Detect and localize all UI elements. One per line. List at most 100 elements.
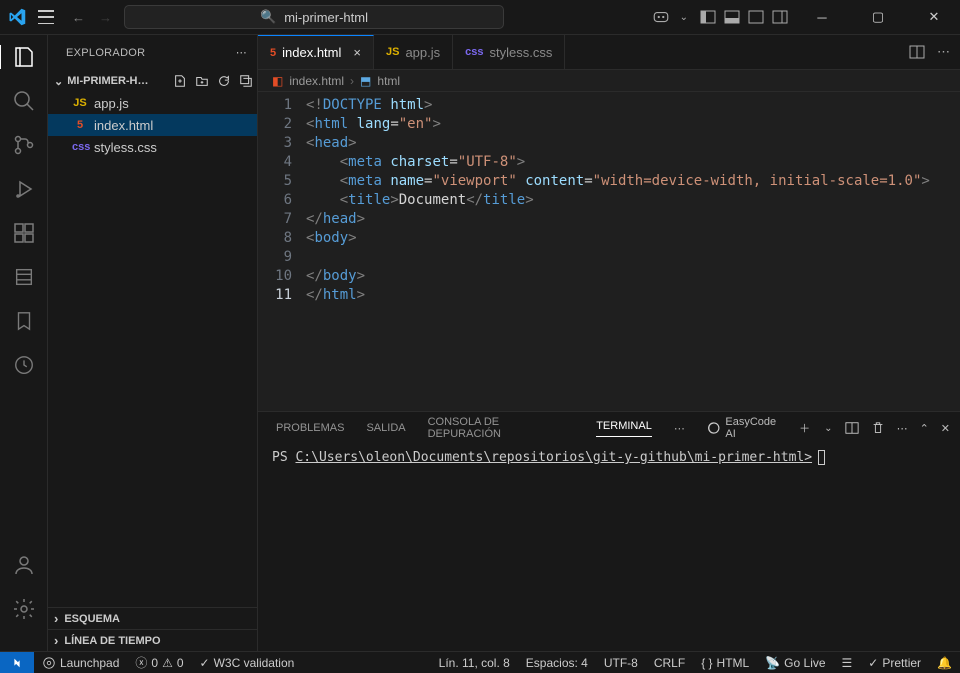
folder-header[interactable]: ⌄ MI-PRIMER-H… xyxy=(48,70,257,92)
warning-icon: ⚠ xyxy=(162,656,173,670)
html-file-icon: ◧ xyxy=(272,74,283,88)
menu-button[interactable] xyxy=(38,10,54,24)
status-language[interactable]: { }HTML xyxy=(693,656,757,670)
new-file-icon[interactable] xyxy=(173,74,187,88)
search-activity-icon[interactable] xyxy=(12,89,36,113)
json-icon: ☰ xyxy=(842,656,853,670)
split-editor-icon[interactable] xyxy=(909,44,925,60)
nav-back-icon[interactable]: ← xyxy=(72,10,85,25)
bell-icon: 🔔 xyxy=(937,656,952,670)
tab-label: app.js xyxy=(405,45,440,60)
outline-section[interactable]: ESQUEMA xyxy=(48,607,257,629)
folder-name: MI-PRIMER-H… xyxy=(67,75,148,87)
more-actions-icon[interactable]: ⋯ xyxy=(937,44,950,60)
status-bell[interactable]: 🔔 xyxy=(929,656,960,670)
new-folder-icon[interactable] xyxy=(195,74,209,88)
activity-bar xyxy=(0,35,48,651)
editor-tabs: 5index.html× JS app.js cssstyless.css ⋯ xyxy=(258,35,960,70)
editor-tab[interactable]: 5index.html× xyxy=(258,35,374,69)
status-w3c[interactable]: ✓ W3C validation xyxy=(192,656,303,670)
minimize-button[interactable]: ─ xyxy=(800,0,844,35)
sidebar-title: EXPLORADOR xyxy=(66,47,145,59)
easycode-ai[interactable]: EasyCode AI xyxy=(707,416,787,440)
statusbar: Launchpad ⓧ0 ⚠0 ✓ W3C validation Lín. 11… xyxy=(0,651,960,673)
status-encoding[interactable]: UTF-8 xyxy=(596,656,646,670)
symbol-icon: ⬒ xyxy=(360,74,371,88)
status-launchpad[interactable]: Launchpad xyxy=(34,656,127,670)
chevron-right-icon: › xyxy=(350,74,354,88)
check-icon: ✓ xyxy=(868,656,878,670)
editor-tab[interactable]: cssstyless.css xyxy=(453,35,565,69)
terminal-cursor xyxy=(818,450,825,465)
error-icon: ⓧ xyxy=(135,654,147,671)
extensions-icon[interactable] xyxy=(12,221,36,245)
trash-icon[interactable] xyxy=(871,421,885,435)
close-tab-icon[interactable]: × xyxy=(353,45,361,60)
history-icon[interactable] xyxy=(12,353,36,377)
status-json[interactable]: ☰ xyxy=(834,656,861,670)
search-label: mi-primer-html xyxy=(284,10,368,25)
elements-icon[interactable] xyxy=(12,265,36,289)
search-icon: 🔍 xyxy=(260,9,276,25)
file-item[interactable]: cssstyless.css xyxy=(48,136,257,158)
layout-sidebar-left-icon[interactable] xyxy=(700,9,716,25)
close-button[interactable]: ✕ xyxy=(912,0,956,35)
layout-customize-icon[interactable] xyxy=(772,9,788,25)
close-panel-icon[interactable]: ✕ xyxy=(941,422,950,435)
panel-tab-output[interactable]: SALIDA xyxy=(366,422,405,434)
panel-tab-problems[interactable]: PROBLEMAS xyxy=(276,422,344,434)
refresh-icon[interactable] xyxy=(217,74,231,88)
file-icon: 5 xyxy=(72,119,88,131)
file-icon: JS xyxy=(386,46,399,58)
terminal[interactable]: PS C:\Users\oleon\Documents\repositorios… xyxy=(258,444,960,651)
more-icon[interactable]: ⋯ xyxy=(897,422,908,435)
panel-tab-terminal[interactable]: TERMINAL xyxy=(596,420,652,437)
layout-sidebar-right-icon[interactable] xyxy=(748,9,764,25)
remote-button[interactable] xyxy=(0,652,34,673)
maximize-button[interactable]: ▢ xyxy=(856,0,900,35)
nav-forward-icon[interactable]: → xyxy=(99,10,112,25)
split-terminal-icon[interactable] xyxy=(845,421,859,435)
status-spaces[interactable]: Espacios: 4 xyxy=(518,656,596,670)
new-terminal-icon[interactable]: ＋ xyxy=(799,420,810,436)
broadcast-icon: 📡 xyxy=(765,656,780,670)
file-name: app.js xyxy=(94,96,129,111)
minimap[interactable] xyxy=(948,92,960,411)
editor-tab[interactable]: JS app.js xyxy=(374,35,453,69)
settings-gear-icon[interactable] xyxy=(12,597,36,621)
breadcrumbs[interactable]: ◧ index.html › ⬒ html xyxy=(258,70,960,92)
breadcrumb-file: index.html xyxy=(289,74,344,88)
layout-panel-icon[interactable] xyxy=(724,9,740,25)
status-cursor[interactable]: Lín. 11, col. 8 xyxy=(431,656,518,670)
chevron-down-icon[interactable]: ⌄ xyxy=(824,423,832,434)
file-icon: css xyxy=(465,46,483,58)
more-icon[interactable]: ⋯ xyxy=(674,422,685,435)
file-item[interactable]: JS app.js xyxy=(48,92,257,114)
bottom-panel: PROBLEMAS SALIDA CONSOLA DE DEPURACIÓN T… xyxy=(258,411,960,651)
status-eol[interactable]: CRLF xyxy=(646,656,693,670)
code-editor[interactable]: 1234567891011 <!DOCTYPE html> <html lang… xyxy=(258,92,960,411)
bookmark-icon[interactable] xyxy=(12,309,36,333)
status-problems[interactable]: ⓧ0 ⚠0 xyxy=(127,654,191,671)
collapse-icon[interactable] xyxy=(239,74,253,88)
file-icon: JS xyxy=(72,97,88,109)
source-control-icon[interactable] xyxy=(12,133,36,157)
file-icon: 5 xyxy=(270,47,276,59)
panel-tab-debug[interactable]: CONSOLA DE DEPURACIÓN xyxy=(428,416,575,440)
file-name: styless.css xyxy=(94,140,157,155)
command-center[interactable]: 🔍 mi-primer-html xyxy=(124,5,504,29)
status-prettier[interactable]: ✓Prettier xyxy=(860,656,929,670)
file-name: index.html xyxy=(94,118,153,133)
chevron-down-icon[interactable]: ⌄ xyxy=(680,12,688,23)
account-icon[interactable] xyxy=(12,553,36,577)
status-golive[interactable]: 📡Go Live xyxy=(757,656,833,670)
file-item[interactable]: 5 index.html xyxy=(48,114,257,136)
breadcrumb-symbol: html xyxy=(377,74,400,88)
more-icon[interactable]: ⋯ xyxy=(236,46,247,59)
explorer-icon[interactable] xyxy=(0,45,47,69)
timeline-section[interactable]: LÍNEA DE TIEMPO xyxy=(48,629,257,651)
run-debug-icon[interactable] xyxy=(12,177,36,201)
copilot-icon[interactable] xyxy=(652,8,670,26)
chevron-up-icon[interactable]: ⌃ xyxy=(920,422,929,435)
chevron-down-icon: ⌄ xyxy=(54,75,63,88)
